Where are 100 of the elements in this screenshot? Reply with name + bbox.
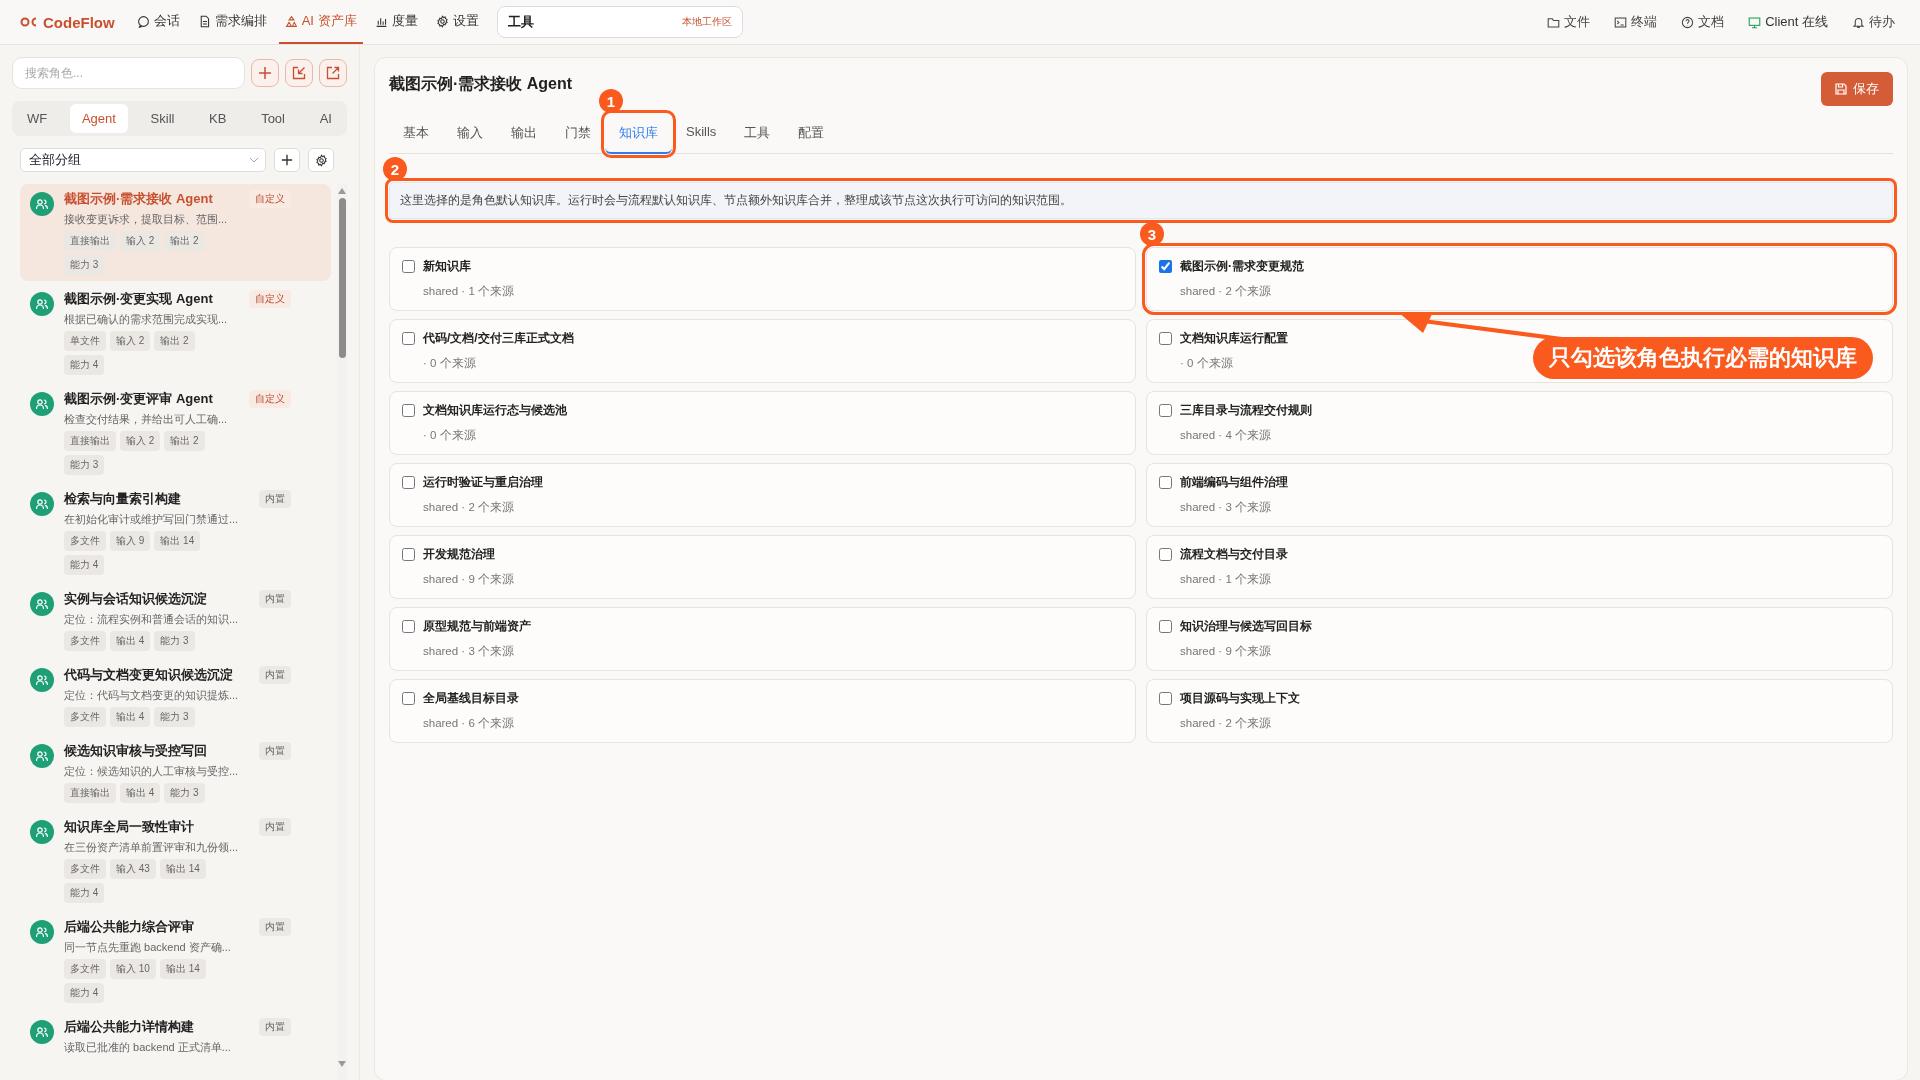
status-indicator[interactable]: Client 在线 — [1739, 13, 1837, 31]
source-count: shared · 2 个来源 — [1180, 716, 1272, 731]
tag: 直接输出 — [64, 231, 116, 251]
tab[interactable]: 基本 — [389, 114, 443, 154]
save-button[interactable]: 保存 — [1821, 72, 1893, 106]
search-field[interactable]: 搜索角色... — [12, 57, 245, 89]
nav-tab[interactable]: 需求编排 — [191, 0, 273, 44]
agent-title: 后端公共能力详情构建 — [64, 1018, 194, 1036]
checkbox[interactable] — [1159, 332, 1172, 345]
tab[interactable]: 配置 — [784, 114, 839, 154]
agent-item[interactable]: 候选知识审核与受控写回 内置 定位：候选知识的人工审核与受控... 直接输出 输出 4 能力 3 — [20, 736, 331, 809]
checkbox[interactable] — [1159, 404, 1172, 417]
agent-item[interactable]: 截图示例·变更实现 Agent 自定义 根据已确认的需求范围完成实现... 单文件 输入 2 输出 2 能力 4 — [20, 284, 331, 381]
knowledge-base-card[interactable]: 三库目录与流程交付规则 shared · 4 个来源 — [1146, 391, 1893, 455]
checkbox[interactable] — [1159, 260, 1172, 273]
plus-icon — [281, 154, 293, 166]
knowledge-base-name: 流程文档与交付目录 — [1180, 546, 1288, 563]
toolbar-button[interactable]: 待办 — [1843, 13, 1904, 31]
agent-item[interactable]: 代码与文档变更知识候选沉淀 内置 定位：代码与文档变更的知识提炼... 多文件 输出 4 能力 3 — [20, 660, 331, 733]
agent-item[interactable]: 截图示例·需求接收 Agent 自定义 接收变更诉求，提取目标、范围... 直接输出 输入 2 输出 2 能力 3 — [20, 184, 331, 281]
checkbox[interactable] — [402, 260, 415, 273]
type-tab[interactable]: WF — [15, 104, 60, 133]
type-label: 内置 — [259, 666, 291, 684]
nav-tab[interactable]: 设置 — [429, 0, 485, 44]
checkbox[interactable] — [402, 692, 415, 705]
knowledge-base-name: 三库目录与流程交付规则 — [1180, 402, 1312, 419]
add-group-button[interactable] — [274, 148, 300, 172]
type-tab[interactable]: Agent — [69, 104, 128, 133]
type-label: 内置 — [259, 1018, 291, 1036]
tag: 能力 4 — [64, 355, 105, 375]
tab[interactable]: 输出 — [497, 114, 551, 154]
tag: 输出 2 — [164, 431, 205, 451]
export-button[interactable] — [319, 59, 347, 87]
type-tab[interactable]: AI — [307, 104, 344, 133]
add-button[interactable] — [251, 59, 279, 87]
checkbox[interactable] — [402, 332, 415, 345]
group-dropdown[interactable]: 全部分组 — [20, 148, 266, 172]
page-title: 截图示例·需求接收 Agent — [389, 74, 573, 94]
knowledge-base-card[interactable]: 文档知识库运行态与候选池 · 0 个来源 — [389, 391, 1136, 455]
knowledge-base-card[interactable]: 运行时验证与重启治理 shared · 2 个来源 — [389, 463, 1136, 527]
type-tab[interactable]: Skill — [138, 104, 187, 133]
tab[interactable]: 输入 — [443, 114, 497, 154]
source-count: · 0 个来源 — [1180, 356, 1234, 371]
checkbox[interactable] — [1159, 548, 1172, 561]
scroll-up-icon[interactable] — [338, 188, 346, 194]
knowledge-base-name: 原型规范与前端资产 — [423, 618, 531, 635]
source-count: shared · 9 个来源 — [423, 572, 514, 587]
app-logo[interactable]: CodeFlow — [43, 13, 115, 31]
avatar-icon — [30, 1020, 54, 1044]
agent-item[interactable]: 后端公共能力综合评审 内置 同一节点先重跑 backend 资产确... 多文件 输入 10 输出 14 能力 4 — [20, 912, 331, 1009]
knowledge-base-name: 文档知识库运行态与候选池 — [423, 402, 567, 419]
step-number: 2 — [383, 157, 407, 181]
chat-icon — [136, 14, 150, 28]
knowledge-base-card[interactable]: 前端编码与组件治理 shared · 3 个来源 — [1146, 463, 1893, 527]
settings-button[interactable] — [308, 148, 334, 172]
agent-item[interactable]: 检索与向量索引构建 内置 在初始化审计或维护写回门禁通过... 多文件 输入 9 输出 14 能力 4 — [20, 484, 331, 581]
checkbox[interactable] — [402, 548, 415, 561]
source-count: shared · 3 个来源 — [1180, 500, 1272, 515]
type-label: 内置 — [259, 918, 291, 936]
tab[interactable]: 门禁 — [551, 114, 605, 154]
toolbar-button[interactable]: 终端 — [1605, 13, 1667, 31]
agent-description: 检查交付结果，并给出可人工确... — [64, 412, 229, 427]
agent-item[interactable]: 后端公共能力详情构建 内置 读取已批准的 backend 正式清单... — [20, 1012, 331, 1061]
checkbox[interactable] — [402, 476, 415, 489]
tag: 直接输出 — [64, 431, 116, 451]
workspace-field[interactable]: 工具 本地工作区 — [496, 6, 743, 38]
knowledge-base-card[interactable]: 原型规范与前端资产 shared · 3 个来源 — [389, 607, 1136, 671]
plus-icon — [258, 66, 272, 80]
knowledge-base-card[interactable]: 全局基线目标目录 shared · 6 个来源 — [389, 679, 1136, 743]
tab[interactable]: 工具 — [730, 114, 785, 154]
agent-title: 截图示例·需求接收 Agent — [64, 190, 213, 208]
avatar-icon — [30, 492, 54, 516]
avatar-icon — [30, 920, 54, 944]
nav-tab[interactable]: 度量 — [368, 0, 424, 44]
knowledge-base-card[interactable]: 流程文档与交付目录 shared · 1 个来源 — [1146, 535, 1893, 599]
tab[interactable]: Skills — [672, 114, 731, 151]
agent-item[interactable]: 截图示例·变更评审 Agent 自定义 检查交付结果，并给出可人工确... 直接输出 输入 2 输出 2 能力 3 — [20, 384, 331, 481]
agent-item[interactable]: 知识库全局一致性审计 内置 在三份资产清单前置评审和九份领... 多文件 输入 43 输出 14 能力 4 — [20, 812, 331, 909]
scroll-down-icon[interactable] — [338, 1061, 346, 1067]
import-button[interactable] — [285, 59, 313, 87]
checkbox[interactable] — [1159, 476, 1172, 489]
type-tab[interactable]: KB — [197, 104, 239, 133]
checkbox[interactable] — [1159, 692, 1172, 705]
checkbox[interactable] — [1159, 620, 1172, 633]
type-tab[interactable]: Tool — [249, 104, 297, 133]
toolbar-button[interactable]: 文件 — [1538, 13, 1600, 31]
nav-tab[interactable]: AI 资产库 — [278, 0, 363, 44]
nav-tab[interactable]: 会话 — [130, 0, 186, 44]
toolbar-button[interactable]: 文档 — [1672, 13, 1734, 31]
agent-item[interactable]: 实例与会话知识候选沉淀 内置 定位：流程实例和普通会话的知识... 多文件 输出 4 能力 3 — [20, 584, 331, 657]
knowledge-base-card[interactable]: 新知识库 shared · 1 个来源 — [389, 247, 1136, 311]
checkbox[interactable] — [402, 620, 415, 633]
scrollbar-thumb[interactable] — [338, 198, 346, 358]
knowledge-base-card[interactable]: 代码/文档/交付三库正式文档 · 0 个来源 — [389, 319, 1136, 383]
knowledge-base-card[interactable]: 开发规范治理 shared · 9 个来源 — [389, 535, 1136, 599]
assets-icon — [284, 14, 298, 28]
knowledge-base-card[interactable]: 知识治理与候选写回目标 shared · 9 个来源 — [1146, 607, 1893, 671]
checkbox[interactable] — [402, 404, 415, 417]
knowledge-base-card[interactable]: 项目源码与实现上下文 shared · 2 个来源 — [1146, 679, 1893, 743]
avatar-icon — [30, 392, 54, 416]
